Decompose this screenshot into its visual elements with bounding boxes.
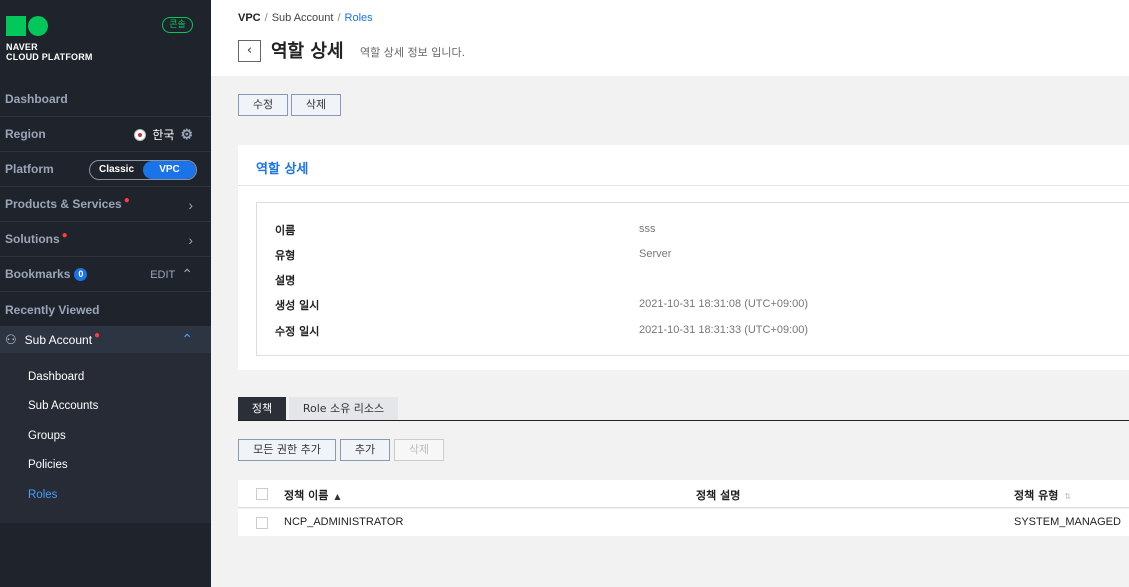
column-policy-name[interactable]: 정책 이름 ▲ xyxy=(284,487,340,503)
bookmarks-count-badge: 0 xyxy=(74,267,88,281)
field-value-modified: 2021-10-31 18:31:33 (UTC+09:00) xyxy=(639,324,809,336)
sub-menu-item-roles[interactable]: Roles xyxy=(28,489,57,501)
role-detail-panel: 역할 상세 이름 sss 유형 Server 설명 생성 일시 2021-10-… xyxy=(238,145,1129,370)
sub-menu-item-sub-accounts[interactable]: Sub Accounts xyxy=(28,400,98,412)
select-all-checkbox[interactable] xyxy=(256,488,268,500)
platform-vpc-option[interactable]: VPC xyxy=(143,160,196,179)
new-indicator: ● xyxy=(123,194,130,206)
new-indicator: ● xyxy=(94,330,101,341)
bookmarks-edit-link[interactable]: EDIT xyxy=(150,269,175,281)
cell-policy-name: NCP_ADMINISTRATOR xyxy=(284,516,404,528)
tab-role-resources[interactable]: Role 소유 리소스 xyxy=(289,397,398,420)
page-title: 역할 상세 xyxy=(271,41,344,62)
sort-asc-icon: ▲ xyxy=(334,492,341,501)
field-label-modified: 수정 일시 xyxy=(275,325,320,338)
sidebar-item-solutions[interactable]: Solutions ● › xyxy=(0,222,211,257)
field-label-name: 이름 xyxy=(275,224,296,237)
sub-menu-item-policies[interactable]: Policies xyxy=(28,459,68,471)
delete-button[interactable]: 삭제 xyxy=(291,94,341,116)
add-policy-button[interactable]: 추가 xyxy=(340,439,390,461)
platform-toggle[interactable]: Classic VPC xyxy=(89,159,197,180)
recently-viewed-label: Recently Viewed xyxy=(5,302,100,317)
sub-menu-item-dashboard[interactable]: Dashboard xyxy=(28,371,84,383)
column-policy-type[interactable]: 정책 유형 ⇅ xyxy=(1014,487,1071,503)
chevron-right-icon: › xyxy=(188,196,193,213)
field-value-name: sss xyxy=(639,223,656,235)
cell-policy-type: SYSTEM_MANAGED xyxy=(1014,516,1121,528)
breadcrumb-middle[interactable]: Sub Account xyxy=(272,12,334,24)
logo-mark-icon xyxy=(6,16,93,36)
console-badge[interactable]: 콘솔 xyxy=(162,17,193,33)
edit-button[interactable]: 수정 xyxy=(238,94,288,116)
solutions-label: Solutions xyxy=(5,232,60,246)
sidebar-item-label: Dashboard xyxy=(5,92,68,106)
platform-label: Platform xyxy=(5,162,54,176)
policy-table-header: 정책 이름 ▲ 정책 설명 정책 유형 ⇅ xyxy=(238,480,1129,508)
gear-icon[interactable]: ⚙ xyxy=(180,126,193,143)
chevron-right-icon: › xyxy=(188,231,193,248)
page-subtitle: 역할 상세 정보 입니다. xyxy=(360,46,466,59)
naver-cloud-logo[interactable]: NAVER CLOUD PLATFORM xyxy=(6,16,93,62)
field-value-type: Server xyxy=(639,248,672,260)
sub-account-menu: Dashboard Sub Accounts Groups Policies R… xyxy=(0,353,211,523)
sidebar-item-recently-viewed[interactable]: Recently Viewed xyxy=(0,292,211,327)
sidebar-item-region[interactable]: Region 한국 ⚙ xyxy=(0,117,211,152)
region-label: Region xyxy=(5,127,46,141)
row-checkbox[interactable] xyxy=(256,517,268,529)
detail-panel-title: 역할 상세 xyxy=(256,162,309,177)
sub-account-label: Sub Account xyxy=(24,332,93,347)
sidebar-item-bookmarks[interactable]: Bookmarks 0 EDIT ⌃ xyxy=(0,257,211,292)
column-policy-description: 정책 설명 xyxy=(696,489,741,502)
sidebar: NAVER CLOUD PLATFORM 콘솔 Dashboard Region… xyxy=(0,0,211,587)
role-info-box: 이름 sss 유형 Server 설명 생성 일시 2021-10-31 18:… xyxy=(256,202,1129,356)
tabs-underline xyxy=(238,420,1129,421)
region-value: 한국 xyxy=(152,128,175,142)
sidebar-item-products[interactable]: Products & Services ● › xyxy=(0,187,211,222)
chevron-left-icon: ‹ xyxy=(246,43,253,58)
products-label: Products & Services xyxy=(5,197,122,211)
logo-line2: CLOUD PLATFORM xyxy=(6,52,93,62)
platform-classic-option[interactable]: Classic xyxy=(90,161,143,179)
delete-policy-button[interactable]: 삭제 xyxy=(394,439,444,461)
sort-icon: ⇅ xyxy=(1064,492,1072,501)
sub-account-icon: ⚇ xyxy=(5,331,17,347)
back-button[interactable]: ‹ xyxy=(238,40,261,62)
breadcrumb-root[interactable]: VPC xyxy=(238,12,261,24)
new-indicator: ● xyxy=(61,229,68,241)
chevron-up-icon[interactable]: ⌃ xyxy=(181,266,193,283)
sub-menu-item-groups[interactable]: Groups xyxy=(28,430,66,442)
sidebar-item-sub-account[interactable]: ⚇ Sub Account ● ⌃ xyxy=(0,326,211,353)
page-header: VPC / Sub Account / Roles ‹ 역할 상세 역할 상세 정보 입… xyxy=(211,0,1129,76)
chevron-up-icon[interactable]: ⌃ xyxy=(181,331,193,348)
sidebar-item-dashboard[interactable]: Dashboard xyxy=(0,82,211,117)
field-label-type: 유형 xyxy=(275,249,296,262)
panel-divider xyxy=(238,185,1129,186)
logo-line1: NAVER xyxy=(6,42,38,52)
add-all-permissions-button[interactable]: 모든 권한 추가 xyxy=(238,439,336,461)
breadcrumb-current[interactable]: Roles xyxy=(345,12,373,24)
field-label-description: 설명 xyxy=(275,274,296,287)
field-value-created: 2021-10-31 18:31:08 (UTC+09:00) xyxy=(639,298,809,310)
tab-policies[interactable]: 정책 xyxy=(238,397,286,420)
sidebar-item-platform: Platform Classic VPC xyxy=(0,152,211,187)
korea-flag-icon xyxy=(134,128,147,141)
table-row[interactable]: NCP_ADMINISTRATOR SYSTEM_MANAGED xyxy=(238,509,1129,536)
field-label-created: 생성 일시 xyxy=(275,299,320,312)
breadcrumb: VPC / Sub Account / Roles xyxy=(238,12,373,24)
bookmarks-label: Bookmarks xyxy=(5,267,71,281)
